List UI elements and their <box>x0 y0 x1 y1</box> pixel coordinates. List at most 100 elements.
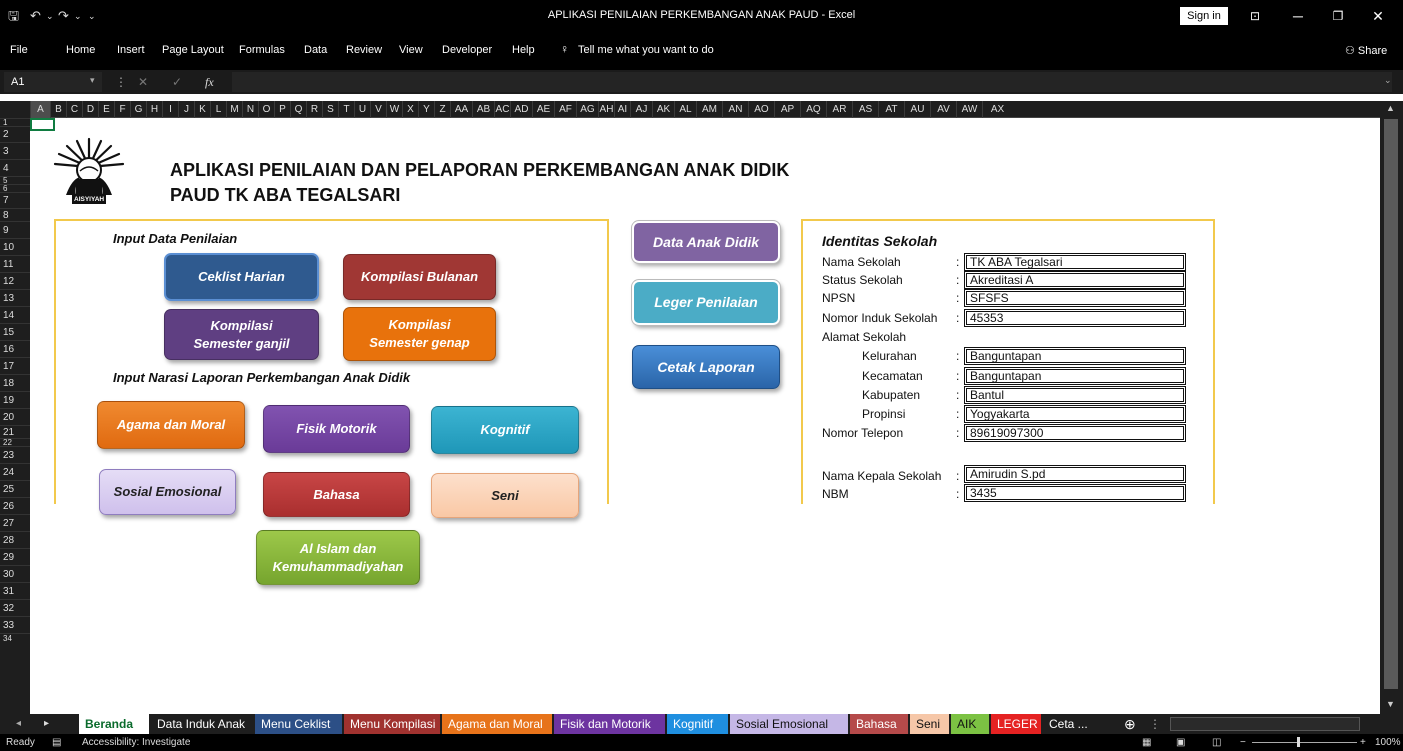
expand-formula-icon[interactable]: ⌄ <box>1384 75 1392 86</box>
row-header[interactable]: 15 <box>0 323 30 340</box>
column-header[interactable]: AW <box>956 101 982 118</box>
column-header[interactable]: K <box>194 101 210 118</box>
save-icon[interactable]: 🖫 <box>8 0 19 32</box>
row-header[interactable]: 19 <box>0 391 30 408</box>
tab-formulas[interactable]: Formulas <box>239 44 285 56</box>
row-header[interactable]: 12 <box>0 272 30 289</box>
column-header[interactable]: X <box>402 101 418 118</box>
row-header[interactable]: 10 <box>0 238 30 255</box>
row-header[interactable]: 22 <box>0 438 30 447</box>
kabupaten-field[interactable]: Bantul <box>964 386 1186 404</box>
row-header[interactable]: 23 <box>0 446 30 463</box>
redo-icon[interactable]: ↷ <box>58 0 69 32</box>
sheet-tab[interactable]: AIK <box>951 714 989 734</box>
row-header[interactable]: 18 <box>0 374 30 391</box>
zoom-level[interactable]: 100% <box>1375 737 1401 748</box>
status-sekolah-field[interactable]: Akreditasi A <box>964 271 1186 289</box>
sheet-tab[interactable]: LEGER <box>991 714 1041 734</box>
row-header[interactable]: 9 <box>0 221 30 238</box>
row-header[interactable]: 3 <box>0 142 30 159</box>
column-header[interactable]: G <box>130 101 146 118</box>
name-box[interactable]: A1 <box>4 72 102 92</box>
column-header[interactable]: H <box>146 101 162 118</box>
undo-dropdown-icon[interactable]: ⌄ <box>46 0 54 32</box>
horizontal-scrollbar[interactable] <box>1170 717 1360 731</box>
bahasa-button[interactable]: Bahasa <box>263 472 410 517</box>
kognitif-button[interactable]: Kognitif <box>431 406 579 454</box>
column-header[interactable]: AH <box>598 101 614 118</box>
vertical-scroll-thumb[interactable] <box>1384 119 1398 689</box>
prev-sheet-icon[interactable]: ◂ <box>10 714 27 734</box>
kompilasi-bulanan-button[interactable]: Kompilasi Bulanan <box>343 254 496 300</box>
select-all-corner[interactable] <box>0 101 30 118</box>
row-header[interactable]: 13 <box>0 289 30 306</box>
column-header[interactable]: AX <box>982 101 1012 118</box>
normal-view-icon[interactable]: ▦ <box>1142 737 1151 748</box>
column-header[interactable]: AQ <box>800 101 826 118</box>
row-header[interactable]: 21 <box>0 425 30 438</box>
redo-dropdown-icon[interactable]: ⌄ <box>74 0 82 32</box>
column-header[interactable]: J <box>178 101 194 118</box>
column-header[interactable]: O <box>258 101 274 118</box>
propinsi-field[interactable]: Yogyakarta <box>964 405 1186 423</box>
al-islam-kemuhammadiyahan-button[interactable]: Al Islam dan Kemuhammadiyahan <box>256 530 420 585</box>
agama-moral-button[interactable]: Agama dan Moral <box>97 401 245 449</box>
row-header[interactable]: 25 <box>0 480 30 497</box>
tab-file[interactable]: File <box>10 44 28 56</box>
column-header[interactable]: M <box>226 101 242 118</box>
column-header[interactable]: N <box>242 101 258 118</box>
row-header[interactable]: 30 <box>0 565 30 582</box>
nomor-telepon-field[interactable]: 89619097300 <box>964 424 1186 442</box>
nomor-induk-field[interactable]: 45353 <box>964 309 1186 327</box>
sheet-tab[interactable]: Menu Ceklist <box>255 714 342 734</box>
column-header[interactable]: A <box>30 101 50 118</box>
zoom-in-icon[interactable]: + <box>1360 737 1366 748</box>
cancel-icon[interactable]: ✕ <box>138 75 148 89</box>
row-header[interactable]: 1 <box>0 118 30 127</box>
row-header[interactable]: 8 <box>0 208 30 221</box>
row-header[interactable]: 16 <box>0 340 30 357</box>
column-header[interactable]: AB <box>472 101 494 118</box>
zoom-out-icon[interactable]: − <box>1240 737 1246 748</box>
row-header[interactable]: 4 <box>0 159 30 176</box>
tab-help[interactable]: Help <box>512 44 535 56</box>
sosial-emosional-button[interactable]: Sosial Emosional <box>99 469 236 515</box>
kepala-sekolah-field[interactable]: Amirudin S.pd <box>964 465 1186 483</box>
column-header[interactable]: L <box>210 101 226 118</box>
row-header[interactable]: 11 <box>0 255 30 272</box>
column-header[interactable]: V <box>370 101 386 118</box>
tab-insert[interactable]: Insert <box>117 44 145 56</box>
insert-function-icon[interactable]: fx <box>205 75 214 90</box>
column-header[interactable]: C <box>66 101 82 118</box>
column-header[interactable]: AU <box>904 101 930 118</box>
zoom-slider-thumb[interactable] <box>1297 737 1300 747</box>
column-header[interactable]: AN <box>722 101 748 118</box>
column-header[interactable]: B <box>50 101 66 118</box>
sheet-tab[interactable]: Beranda <box>79 714 149 734</box>
row-header[interactable]: 7 <box>0 192 30 208</box>
nama-sekolah-field[interactable]: TK ABA Tegalsari <box>964 253 1186 271</box>
restore-icon[interactable]: ❐ <box>1318 0 1358 32</box>
macro-record-icon[interactable]: ▤ <box>52 737 61 748</box>
kompilasi-semester-ganjil-button[interactable]: Kompilasi Semester ganjil <box>164 309 319 360</box>
tab-review[interactable]: Review <box>346 44 382 56</box>
sign-in-button[interactable]: Sign in <box>1180 7 1228 25</box>
row-header[interactable]: 33 <box>0 616 30 633</box>
row-header[interactable]: 32 <box>0 599 30 616</box>
name-box-dropdown-icon[interactable]: ▾ <box>90 75 95 86</box>
enter-icon[interactable]: ✓ <box>172 75 182 89</box>
scroll-down-icon[interactable]: ▼ <box>1386 699 1395 709</box>
vertical-scrollbar[interactable]: ▲ ▼ <box>1380 101 1403 714</box>
nbm-field[interactable]: 3435 <box>964 484 1186 502</box>
data-anak-didik-button[interactable]: Data Anak Didik <box>632 221 780 263</box>
row-header[interactable]: 27 <box>0 514 30 531</box>
column-header[interactable]: W <box>386 101 402 118</box>
row-header[interactable]: 6 <box>0 184 30 193</box>
minimize-icon[interactable]: ─ <box>1278 0 1318 32</box>
column-header[interactable]: E <box>98 101 114 118</box>
column-header[interactable]: AV <box>930 101 956 118</box>
row-header[interactable]: 24 <box>0 463 30 480</box>
column-header[interactable]: AR <box>826 101 852 118</box>
cetak-laporan-button[interactable]: Cetak Laporan <box>632 345 780 389</box>
column-header[interactable]: AD <box>510 101 532 118</box>
